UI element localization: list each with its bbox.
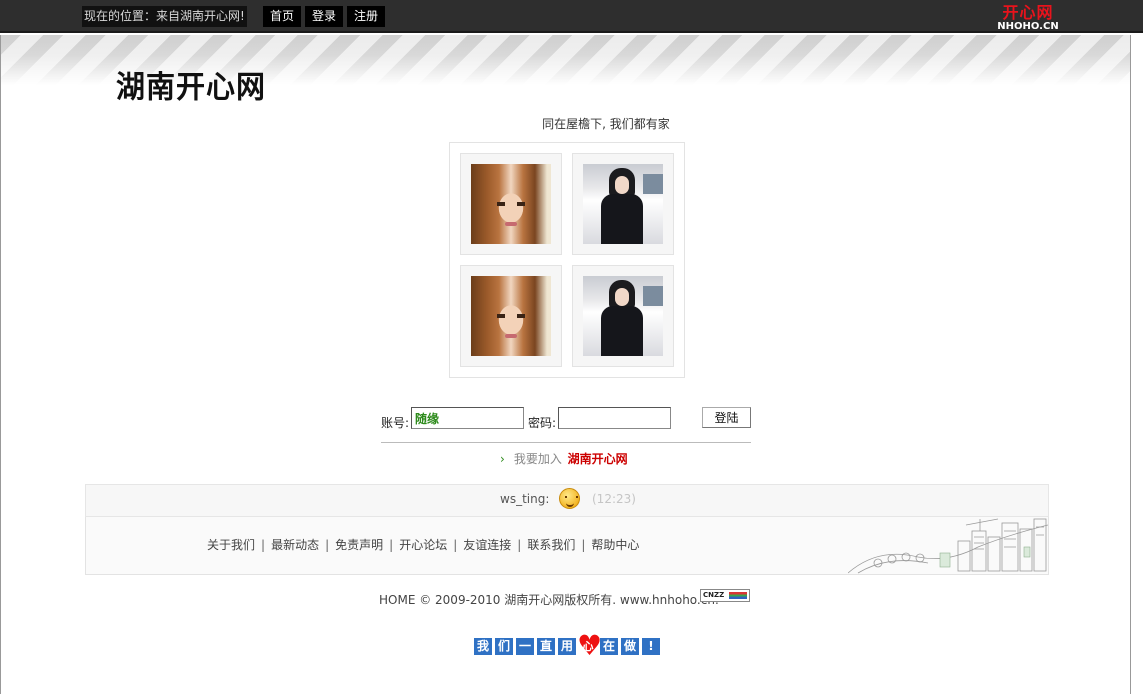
footer-separator: | — [389, 538, 394, 552]
slogan: 同在屋檐下, 我们都有家 — [0, 115, 1143, 132]
motto-char: 在 — [600, 638, 618, 655]
site-logo: 湖南开心网 — [116, 69, 267, 105]
right-border — [1130, 35, 1131, 694]
password-label: 密码: — [528, 416, 557, 430]
member-photo-image — [471, 164, 551, 244]
footer-link-friends[interactable]: 友谊连接 — [463, 538, 511, 552]
footer-link-news[interactable]: 最新动态 — [271, 538, 319, 552]
arrow-right-icon: › — [500, 452, 505, 466]
motto-char: 们 — [495, 638, 513, 655]
status-time: (12:23) — [592, 492, 636, 506]
member-photo-3[interactable] — [460, 265, 562, 367]
left-border — [0, 35, 1, 694]
footer-link-help[interactable]: 帮助中心 — [591, 538, 639, 552]
footer-links: 关于我们 | 最新动态 | 免责声明 | 开心论坛 | 友谊连接 | 联系我们 | 帮助中心 — [207, 536, 639, 553]
brand-logo-cn: 开心网 — [1002, 3, 1054, 22]
footer-link-forum[interactable]: 开心论坛 — [399, 538, 447, 552]
join-text: 我要加入 — [513, 452, 562, 466]
account-input[interactable] — [411, 407, 524, 429]
footer-separator: | — [261, 538, 266, 552]
footer-separator: | — [325, 538, 330, 552]
city-sketch-illustration — [848, 518, 1048, 574]
brand-logo[interactable]: 开心网 NHOHO.CN — [992, 3, 1064, 33]
nav-login-link[interactable]: 登录 — [305, 6, 344, 27]
slogan-text: 同在屋檐下, 我们都有家 — [542, 117, 670, 131]
motto-char-heart: 心 — [582, 640, 594, 653]
status-bar: ws_ting: (12:23) — [85, 484, 1049, 517]
top-nav: 首页 登录 注册 — [263, 6, 386, 27]
member-photo-1[interactable] — [460, 153, 562, 255]
cnzz-counter-badge[interactable]: CNZZ — [700, 589, 750, 602]
nav-register-link[interactable]: 注册 — [347, 6, 386, 27]
cnzz-bars-icon — [729, 592, 747, 599]
join-prompt: › 我要加入 湖南开心网 — [500, 450, 628, 467]
motto-char: 一 — [516, 638, 534, 655]
motto-banner: 我 们 一 直 用 心 在 做 ! — [474, 632, 660, 660]
brand-logo-en: NHOHO.CN — [997, 21, 1059, 32]
member-photo-image — [583, 164, 663, 244]
footer-link-disclaimer[interactable]: 免责声明 — [335, 538, 383, 552]
password-input[interactable] — [558, 407, 671, 429]
motto-char: 我 — [474, 638, 492, 655]
member-photo-image — [471, 276, 551, 356]
member-photo-2[interactable] — [572, 153, 674, 255]
photo-grid — [449, 142, 685, 378]
login-form: 账号: 密码: 登陆 — [381, 407, 751, 431]
motto-char: ! — [642, 638, 660, 655]
member-photo-4[interactable] — [572, 265, 674, 367]
cnzz-badge-text: CNZZ — [703, 591, 725, 599]
footer-separator: | — [581, 538, 586, 552]
member-photo-image — [583, 276, 663, 356]
motto-char: 用 — [558, 638, 576, 655]
footer-link-contact[interactable]: 联系我们 — [527, 538, 575, 552]
copyright-text: HOME © 2009-2010 湖南开心网版权所有. www.hnhoho.c… — [379, 593, 719, 607]
footer-separator: | — [453, 538, 458, 552]
location-text: 现在的位置：来自湖南开心网! — [82, 6, 247, 27]
footer-separator: | — [517, 538, 522, 552]
status-username[interactable]: ws_ting: — [500, 492, 549, 506]
join-site-link[interactable]: 湖南开心网 — [568, 452, 628, 466]
nav-home-link[interactable]: 首页 — [263, 6, 302, 27]
footer-link-about[interactable]: 关于我们 — [207, 538, 255, 552]
login-button[interactable]: 登陆 — [702, 407, 751, 428]
motto-char: 直 — [537, 638, 555, 655]
smiley-emoticon-icon — [559, 488, 580, 509]
divider — [381, 442, 751, 443]
footer-links-box: 关于我们 | 最新动态 | 免责声明 | 开心论坛 | 友谊连接 | 联系我们 | 帮助中心 — [85, 517, 1049, 575]
account-label: 账号: — [381, 416, 410, 430]
top-bar: 现在的位置：来自湖南开心网! 首页 登录 注册 开心网 NHOHO.CN — [0, 0, 1143, 33]
heart-icon: 心 — [577, 632, 602, 660]
motto-char: 做 — [621, 638, 639, 655]
